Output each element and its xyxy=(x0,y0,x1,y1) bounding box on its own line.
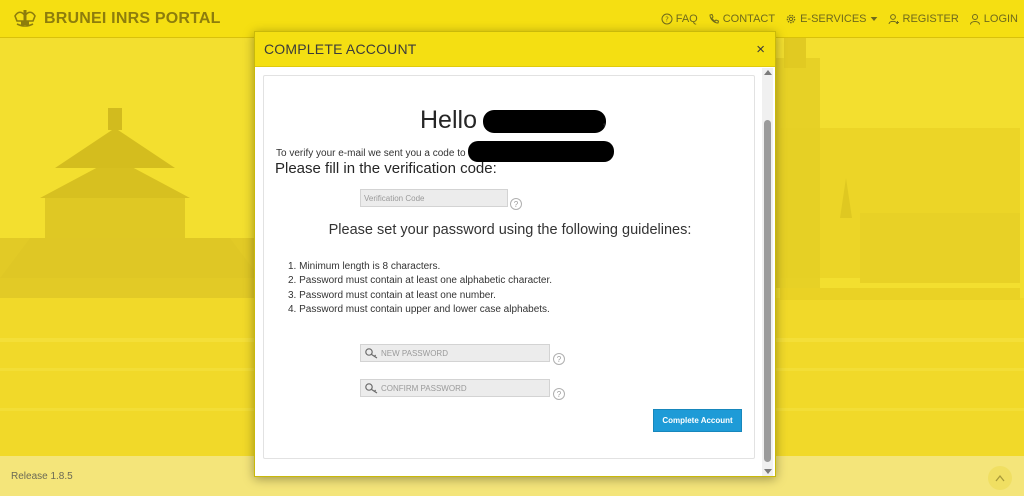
nav-e-services-label: E-SERVICES xyxy=(800,13,867,25)
guideline-item: 1. Minimum length is 8 characters. xyxy=(288,261,441,272)
caret-down-icon xyxy=(870,17,877,21)
verification-code-placeholder: Verification Code xyxy=(364,193,425,203)
new-password-placeholder: NEW PASSWORD xyxy=(381,348,448,358)
brand-title: BRUNEI INRS PORTAL xyxy=(44,9,221,27)
guideline-item: 4. Password must contain upper and lower… xyxy=(288,303,550,315)
scroll-to-top-button[interactable] xyxy=(988,466,1012,490)
dialog-scrollbar[interactable] xyxy=(762,68,773,476)
nav-register[interactable]: REGISTER xyxy=(888,13,959,25)
redacted-email xyxy=(467,141,614,162)
nav-e-services[interactable]: E-SERVICES xyxy=(785,13,877,25)
verification-card: Hello , To verify your e-mail we sent yo… xyxy=(263,75,755,459)
svg-text:?: ? xyxy=(665,16,669,24)
nav-register-label: REGISTER xyxy=(902,13,959,25)
dialog-title: COMPLETE ACCOUNT xyxy=(264,41,417,57)
brand-logo[interactable]: BRUNEI INRS PORTAL xyxy=(12,8,221,30)
release-version: Release 1.8.5 xyxy=(11,470,73,482)
nav-contact-label: CONTACT xyxy=(722,13,776,25)
key-icon xyxy=(365,348,378,359)
confirm-password-input[interactable]: CONFIRM PASSWORD xyxy=(360,379,550,397)
guideline-item: 3. Password must contain at least one nu… xyxy=(288,289,496,301)
dialog-body: Hello , To verify your e-mail we sent yo… xyxy=(255,68,775,476)
confirm-password-help-icon[interactable]: ? xyxy=(553,388,565,400)
nav-faq-label: FAQ xyxy=(675,13,698,25)
dialog-header: COMPLETE ACCOUNT × xyxy=(255,32,775,67)
complete-account-dialog: COMPLETE ACCOUNT × Hello , To verify you… xyxy=(254,31,776,477)
verification-help-icon[interactable]: ? xyxy=(510,198,522,210)
redacted-name xyxy=(482,110,606,133)
chevron-up-icon xyxy=(995,474,1005,482)
verification-code-input[interactable]: Verification Code xyxy=(360,189,508,207)
gear-icon xyxy=(786,14,796,24)
greeting-comma: , xyxy=(601,111,607,129)
nav-login[interactable]: LOGIN xyxy=(969,13,1018,25)
verify-email-text: To verify your e-mail we sent you a code… xyxy=(276,147,466,159)
fill-code-instruction: Please fill in the verification code: xyxy=(275,160,497,177)
scroll-down-arrow-icon[interactable] xyxy=(764,469,772,474)
user-plus-icon xyxy=(888,14,899,25)
new-password-input[interactable]: NEW PASSWORD xyxy=(360,344,550,362)
password-guidelines-list: 1. Minimum length is 8 characters. 2. Pa… xyxy=(288,260,552,317)
complete-account-button[interactable]: Complete Account xyxy=(653,409,742,432)
confirm-password-placeholder: CONFIRM PASSWORD xyxy=(381,383,467,393)
greeting: Hello , xyxy=(420,106,606,135)
scroll-up-arrow-icon[interactable] xyxy=(764,70,772,75)
guideline-item: 2. Password must contain at least one al… xyxy=(288,275,553,287)
help-circle-icon: ? xyxy=(661,13,673,25)
nav-contact[interactable]: CONTACT xyxy=(708,13,775,25)
scrollbar-thumb[interactable] xyxy=(764,120,771,462)
password-guidelines-heading: Please set your password using the follo… xyxy=(328,222,692,238)
new-password-help-icon[interactable]: ? xyxy=(553,353,565,365)
key-icon xyxy=(365,383,378,394)
close-icon[interactable]: × xyxy=(756,42,765,57)
greeting-text: Hello xyxy=(420,106,477,134)
phone-icon xyxy=(709,13,719,24)
nav-login-label: LOGIN xyxy=(983,13,1018,25)
user-icon xyxy=(969,14,980,25)
crest-icon xyxy=(14,9,36,27)
nav-faq[interactable]: ? FAQ xyxy=(661,13,698,25)
